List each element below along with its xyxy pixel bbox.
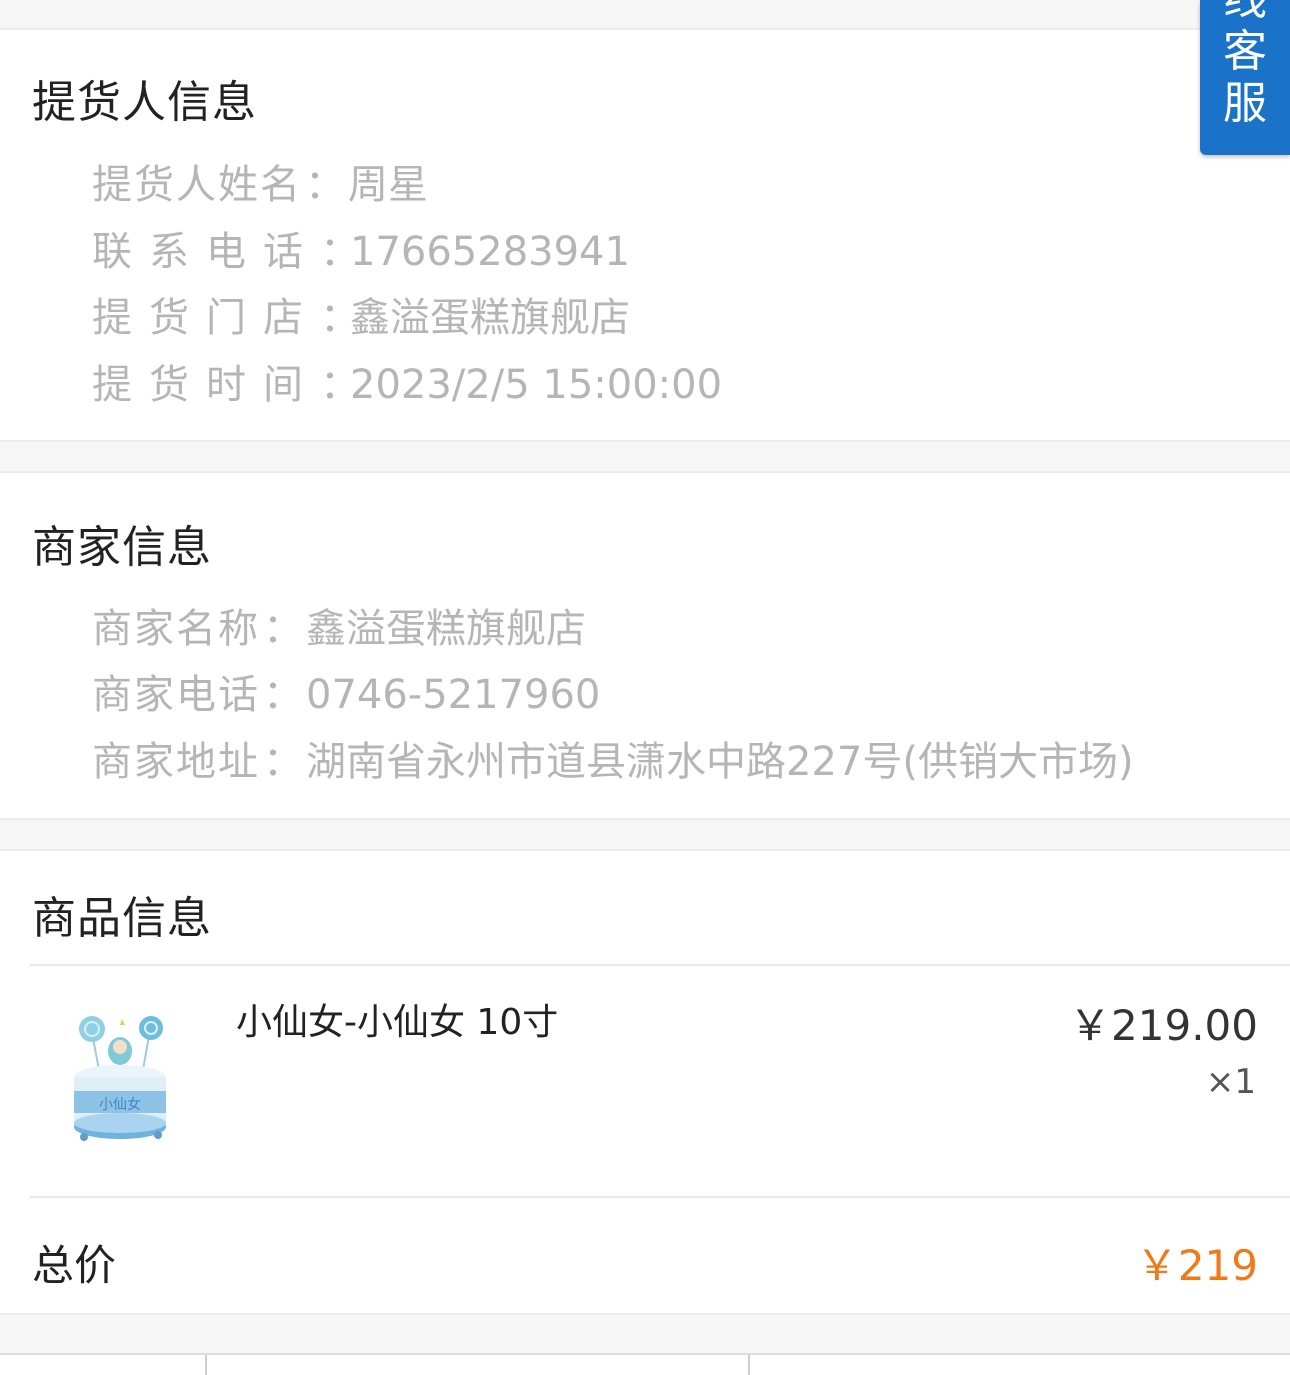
merchant-address-value: 湖南省永州市道县潇水中路227号(供销大市场)	[306, 739, 1134, 785]
pickup-time-value: 2023/2/5 15:00:00	[350, 362, 723, 408]
cake-inscription: 小仙女	[99, 1096, 141, 1113]
total-price-label: 总价	[32, 1241, 117, 1290]
pickup-name-value: 周星	[348, 162, 428, 208]
merchant-name-row: 商家名称：鑫溢蛋糕旗舰店	[92, 596, 586, 654]
product-image[interactable]: 小仙女	[62, 1005, 180, 1153]
pickup-store-value: 鑫溢蛋糕旗舰店	[350, 295, 630, 341]
pickup-phone-label: 联系电话	[92, 229, 320, 275]
bottom-bar-separator-2	[748, 1355, 750, 1375]
pickup-time-label: 提货时间	[92, 362, 320, 408]
total-price-value: ￥219	[1135, 1241, 1258, 1290]
online-customer-service-button[interactable]: 线 客 服	[1200, 0, 1290, 155]
goods-divider-top	[30, 964, 1290, 966]
cake-image: 小仙女	[74, 1016, 166, 1141]
bottom-bar-separator-1	[205, 1355, 207, 1375]
bottom-action-bar	[0, 1353, 1290, 1375]
goods-divider-bottom	[30, 1196, 1290, 1198]
pickup-store-row: 提货门店：鑫溢蛋糕旗舰店	[92, 285, 630, 343]
merchant-address-label: 商家地址	[92, 739, 260, 785]
merchant-address-row: 商家地址：湖南省永州市道县潇水中路227号(供销大市场)	[92, 729, 1134, 787]
cs-char-3: 服	[1223, 78, 1267, 129]
pickup-time-row: 提货时间：2023/2/5 15:00:00	[92, 352, 722, 410]
pickup-name-row: 提货人姓名：周星	[92, 152, 428, 210]
pickup-phone-row: 联系电话：17665283941	[92, 219, 630, 277]
goods-info-title: 商品信息	[32, 893, 212, 944]
merchant-phone-label: 商家电话	[92, 672, 260, 718]
pickup-info-title: 提货人信息	[32, 77, 257, 128]
merchant-phone-value[interactable]: 0746-5217960	[306, 672, 600, 718]
product-quantity: ×1	[1205, 1062, 1256, 1102]
pickup-store-label: 提货门店	[92, 295, 320, 341]
cs-char-1: 线	[1200, 0, 1290, 26]
merchant-name-label: 商家名称	[92, 606, 260, 652]
product-name[interactable]: 小仙女-小仙女 10寸	[236, 993, 558, 1045]
pickup-phone-value[interactable]: 17665283941	[350, 229, 630, 275]
pickup-name-label: 提货人姓名	[92, 162, 302, 208]
merchant-phone-row: 商家电话：0746-5217960	[92, 662, 600, 720]
product-price: ￥219.00	[1069, 1001, 1258, 1050]
merchant-name-value: 鑫溢蛋糕旗舰店	[306, 606, 586, 652]
merchant-info-title: 商家信息	[32, 522, 212, 573]
cs-char-2: 客	[1223, 26, 1267, 77]
